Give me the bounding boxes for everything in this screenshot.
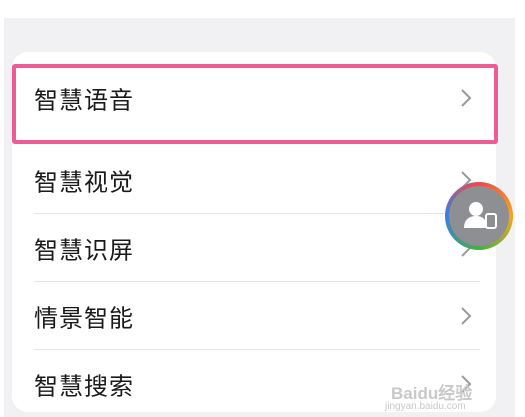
settings-item-label: 智慧搜索	[34, 372, 134, 401]
watermark: Baidu经验 jingyan.baidu.com	[385, 379, 515, 413]
settings-item-label: 智慧识屏	[34, 236, 134, 265]
settings-item-scene-intelligence[interactable]: 情景智能	[12, 282, 496, 350]
chevron-right-icon	[461, 307, 472, 325]
settings-item-smart-vision[interactable]: 智慧视觉	[12, 146, 496, 214]
highlight-box	[12, 64, 498, 144]
person-card-icon	[464, 202, 497, 229]
watermark-url: jingyan.baidu.com	[385, 401, 466, 412]
floating-button-face	[449, 186, 509, 246]
settings-item-label: 智慧视觉	[34, 168, 134, 197]
floating-assistant-button[interactable]	[445, 182, 513, 250]
settings-item-smart-screen-recognition[interactable]: 智慧识屏	[12, 214, 496, 282]
settings-item-label: 情景智能	[34, 304, 134, 333]
